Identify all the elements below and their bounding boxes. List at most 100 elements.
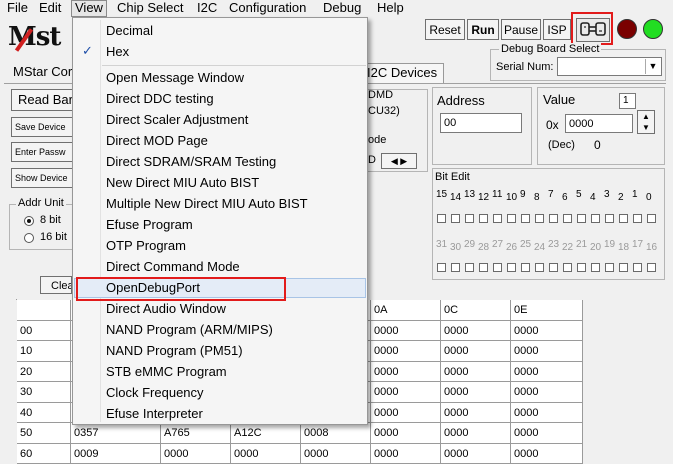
- table-cell[interactable]: 0000: [441, 321, 511, 342]
- bit-checkbox[interactable]: [549, 214, 558, 223]
- bit-checkbox[interactable]: [605, 214, 614, 223]
- radio-8bit[interactable]: [24, 216, 34, 226]
- table-cell[interactable]: 0000: [161, 444, 231, 464]
- bit-checkbox[interactable]: [563, 214, 572, 223]
- bit-checkbox[interactable]: [549, 263, 558, 272]
- table-cell[interactable]: A765: [161, 423, 231, 444]
- serial-num-select[interactable]: ▼: [557, 57, 662, 76]
- bit-checkbox[interactable]: [647, 263, 656, 272]
- bit-checkbox[interactable]: [591, 263, 600, 272]
- bit-checkbox[interactable]: [493, 263, 502, 272]
- table-cell[interactable]: 0000: [511, 362, 583, 383]
- menu-item-direct-command-mode[interactable]: Direct Command Mode: [74, 257, 366, 277]
- table-cell[interactable]: 0000: [441, 341, 511, 362]
- table-cell[interactable]: 0000: [231, 444, 301, 464]
- radio-16bit[interactable]: [24, 233, 34, 243]
- value-hex-input[interactable]: 0000: [565, 114, 633, 133]
- table-cell[interactable]: 0000: [441, 362, 511, 383]
- menu-item-direct-ddc-testing[interactable]: Direct DDC testing: [74, 89, 366, 109]
- show-device-button[interactable]: Show Device: [11, 168, 73, 188]
- table-cell[interactable]: 0000: [371, 362, 441, 383]
- arrow-left-icon[interactable]: ◀: [391, 156, 398, 166]
- menu-item-decimal[interactable]: Decimal: [74, 21, 366, 41]
- address-input[interactable]: 00: [440, 113, 522, 133]
- menu-item-open-message-window[interactable]: Open Message Window: [74, 68, 366, 88]
- bit-checkbox[interactable]: [577, 214, 586, 223]
- menu-item-stb-emmc-program[interactable]: STB eMMC Program: [74, 362, 366, 382]
- bit-checkbox[interactable]: [605, 263, 614, 272]
- menu-item-direct-sdram-sram-testing[interactable]: Direct SDRAM/SRAM Testing: [74, 152, 366, 172]
- menu-item-efuse-interpreter[interactable]: Efuse Interpreter: [74, 404, 366, 424]
- menu-item-direct-scaler-adjustment[interactable]: Direct Scaler Adjustment: [74, 110, 366, 130]
- isp-button[interactable]: ISP: [543, 19, 571, 40]
- table-cell[interactable]: 0000: [441, 444, 511, 464]
- menu-item-multiple-new-direct-miu-auto-bist[interactable]: Multiple New Direct MIU Auto BIST: [74, 194, 366, 214]
- read-bank-button[interactable]: Read Bar: [11, 89, 73, 111]
- value-width-input[interactable]: 1: [619, 93, 636, 109]
- table-cell[interactable]: 0000: [371, 423, 441, 444]
- arrow-right-icon[interactable]: ▶: [400, 156, 407, 166]
- bit-checkbox[interactable]: [633, 263, 642, 272]
- bit-checkbox[interactable]: [535, 214, 544, 223]
- menu-item-nand-program-arm-mips[interactable]: NAND Program (ARM/MIPS): [74, 320, 366, 340]
- menu-view[interactable]: View: [71, 0, 107, 17]
- bit-checkbox[interactable]: [451, 214, 460, 223]
- menu-chip-select[interactable]: Chip Select: [114, 0, 186, 17]
- bit-checkbox[interactable]: [535, 263, 544, 272]
- table-cell[interactable]: 0000: [371, 341, 441, 362]
- menu-item-hex[interactable]: Hex: [74, 42, 366, 62]
- left-right-spinner[interactable]: ◀ ▶: [381, 153, 417, 169]
- tab-i2c-devices[interactable]: I2C Devices: [360, 63, 444, 83]
- pause-button[interactable]: Pause: [501, 19, 541, 40]
- bit-checkbox[interactable]: [479, 263, 488, 272]
- bit-checkbox[interactable]: [521, 263, 530, 272]
- table-cell[interactable]: 0357: [71, 423, 161, 444]
- arrow-down-icon[interactable]: ▼: [638, 122, 654, 133]
- tab-mstar[interactable]: MStar Cor: [6, 62, 79, 81]
- bit-checkbox[interactable]: [451, 263, 460, 272]
- table-cell[interactable]: 0000: [371, 403, 441, 424]
- bit-checkbox[interactable]: [437, 263, 446, 272]
- table-cell[interactable]: 0000: [371, 321, 441, 342]
- bit-checkbox[interactable]: [479, 214, 488, 223]
- bit-checkbox[interactable]: [647, 214, 656, 223]
- menu-item-otp-program[interactable]: OTP Program: [74, 236, 366, 256]
- menu-item-new-direct-miu-auto-bist[interactable]: New Direct MIU Auto BIST: [74, 173, 366, 193]
- menu-item-direct-audio-window[interactable]: Direct Audio Window: [74, 299, 366, 319]
- table-cell[interactable]: 0000: [371, 444, 441, 464]
- bit-checkbox[interactable]: [465, 214, 474, 223]
- table-cell[interactable]: 0000: [301, 444, 371, 464]
- table-cell[interactable]: 0000: [511, 403, 583, 424]
- table-cell[interactable]: 0000: [441, 382, 511, 403]
- enter-password-button[interactable]: Enter Passw: [11, 142, 73, 162]
- bit-checkbox[interactable]: [619, 263, 628, 272]
- bit-checkbox[interactable]: [633, 214, 642, 223]
- table-cell[interactable]: 0000: [511, 423, 583, 444]
- go-indicator-icon[interactable]: [643, 19, 663, 39]
- chevron-down-icon[interactable]: ▼: [645, 59, 660, 74]
- bit-checkbox[interactable]: [563, 263, 572, 272]
- bit-checkbox[interactable]: [465, 263, 474, 272]
- bit-checkbox[interactable]: [507, 214, 516, 223]
- value-spinner[interactable]: ▲ ▼: [637, 110, 655, 134]
- menu-item-nand-program-pm51[interactable]: NAND Program (PM51): [74, 341, 366, 361]
- arrow-up-icon[interactable]: ▲: [638, 111, 654, 122]
- table-cell[interactable]: 0000: [371, 382, 441, 403]
- bit-checkbox[interactable]: [577, 263, 586, 272]
- bit-checkbox[interactable]: [619, 214, 628, 223]
- bit-checkbox[interactable]: [493, 214, 502, 223]
- menu-edit[interactable]: Edit: [36, 0, 64, 17]
- menu-file[interactable]: File: [4, 0, 31, 17]
- table-cell[interactable]: 0000: [441, 403, 511, 424]
- table-cell[interactable]: A12C: [231, 423, 301, 444]
- stop-indicator-icon[interactable]: [617, 19, 637, 39]
- table-cell[interactable]: 0009: [71, 444, 161, 464]
- table-cell[interactable]: 0000: [441, 423, 511, 444]
- save-device-button[interactable]: Save Device: [11, 117, 73, 137]
- table-cell[interactable]: 0000: [511, 341, 583, 362]
- menu-item-efuse-program[interactable]: Efuse Program: [74, 215, 366, 235]
- menu-i2c[interactable]: I2C: [194, 0, 220, 17]
- run-button[interactable]: Run: [467, 19, 499, 40]
- clear-button[interactable]: Clea: [40, 276, 72, 294]
- bit-checkbox[interactable]: [507, 263, 516, 272]
